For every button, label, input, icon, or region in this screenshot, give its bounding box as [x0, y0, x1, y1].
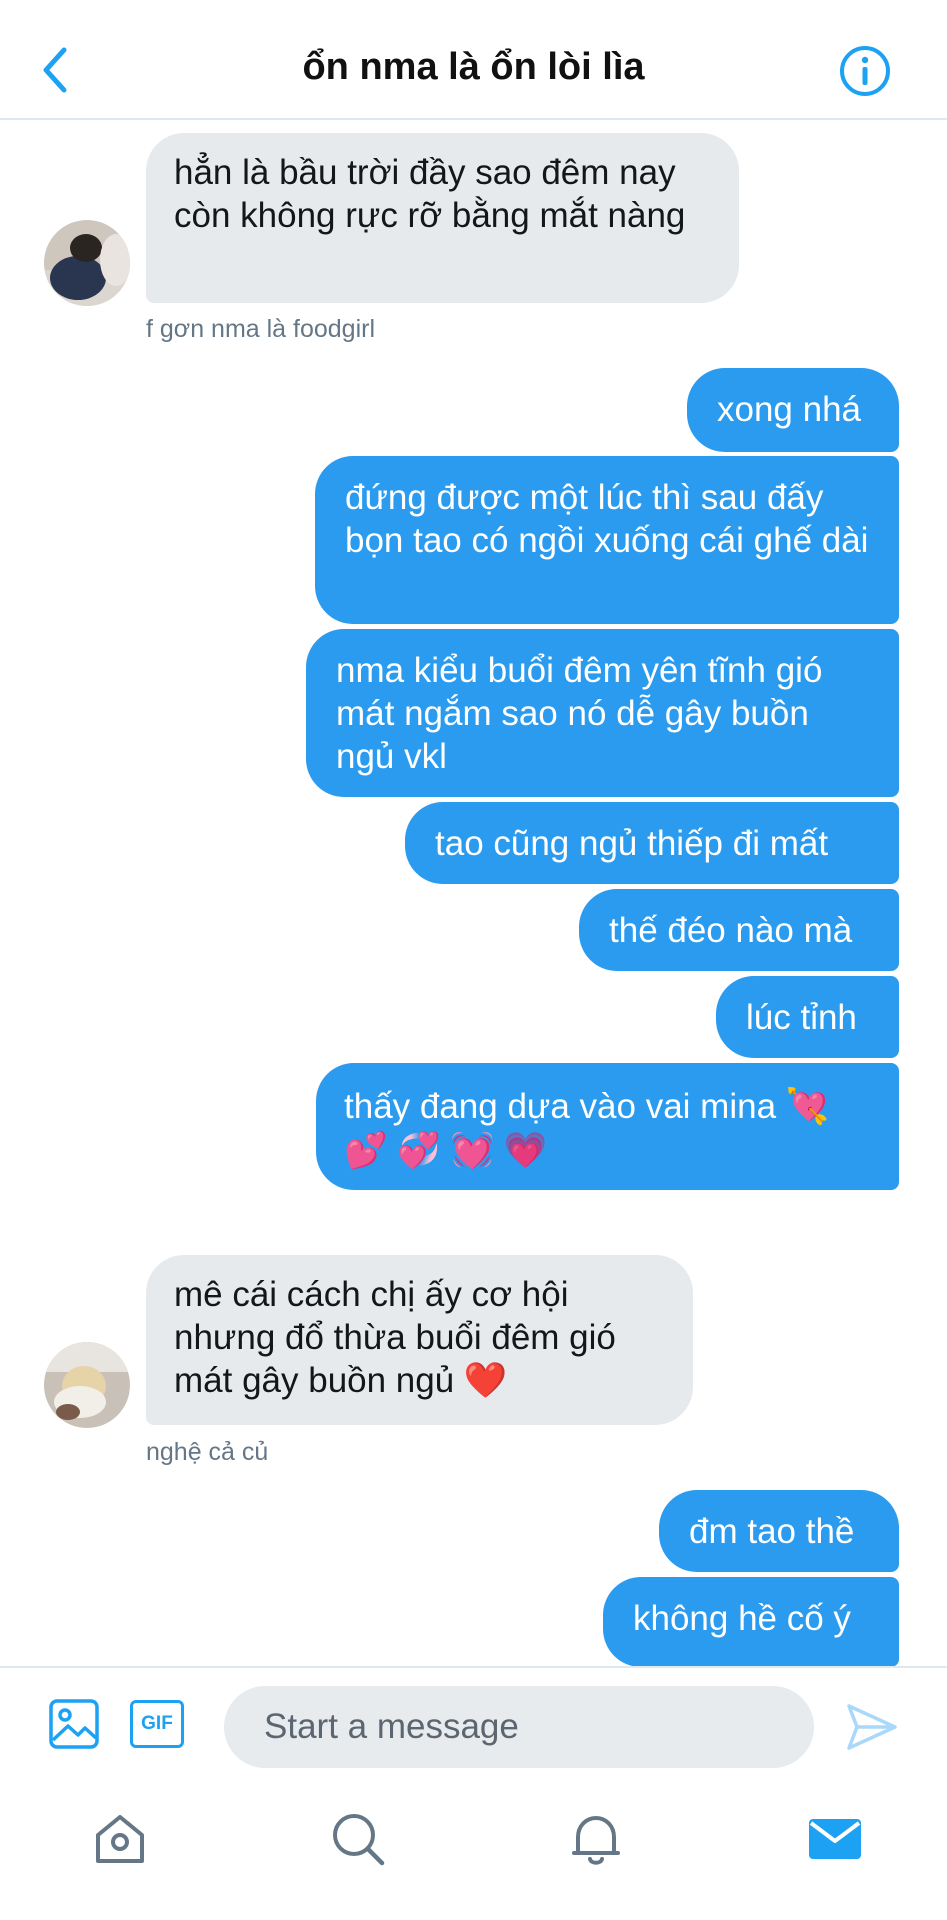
outgoing-message[interactable]: đm tao thề: [659, 1490, 899, 1572]
send-icon: [847, 1704, 897, 1750]
add-gif-button[interactable]: GIF: [130, 1700, 184, 1748]
messages-icon: [809, 1819, 861, 1859]
bottom-tab-bar: [0, 1781, 947, 1920]
conversation-title: ổn nma là ổn lòi lìa: [302, 46, 645, 88]
back-button[interactable]: [34, 44, 78, 96]
tab-notifications[interactable]: [566, 1809, 626, 1869]
outgoing-message[interactable]: lúc tỉnh: [716, 976, 899, 1058]
sender-name: nghệ cả củ: [146, 1438, 269, 1466]
info-icon: [840, 46, 890, 96]
tab-messages[interactable]: [805, 1809, 865, 1869]
conversation-header: ổn nma là ổn lòi lìa: [0, 0, 947, 120]
add-photo-button[interactable]: [48, 1698, 100, 1755]
sender-name: f gơn nma là foodgirl: [146, 315, 376, 343]
chevron-left-icon: [43, 47, 67, 93]
image-icon: [49, 1699, 99, 1749]
outgoing-message[interactable]: đứng được một lúc thì sau đấy bọn tao có…: [315, 456, 899, 624]
gif-label: GIF: [141, 1713, 173, 1734]
message-input[interactable]: Start a message: [224, 1686, 814, 1768]
outgoing-message[interactable]: không hề cố ý: [603, 1577, 899, 1667]
outgoing-message[interactable]: tao cũng ngủ thiếp đi mất: [405, 802, 899, 884]
info-button[interactable]: [838, 44, 892, 98]
incoming-message[interactable]: mê cái cách chị ấy cơ hội nhưng đổ thừa …: [146, 1255, 693, 1425]
tab-home[interactable]: [90, 1809, 150, 1869]
outgoing-message[interactable]: thế đéo nào mà: [579, 889, 899, 971]
outgoing-message[interactable]: nma kiểu buổi đêm yên tĩnh gió mát ngắm …: [306, 629, 899, 797]
avatar[interactable]: [44, 220, 130, 306]
home-icon: [96, 1815, 144, 1863]
incoming-message[interactable]: hẳn là bầu trời đầy sao đêm nay còn khôn…: [146, 133, 739, 303]
outgoing-message[interactable]: xong nhá: [687, 368, 899, 452]
send-button[interactable]: [845, 1702, 899, 1757]
outgoing-message[interactable]: thấy đang dựa vào vai mina 💘 💕 💞 💓 💗: [316, 1063, 899, 1190]
avatar[interactable]: [44, 1342, 130, 1428]
message-composer: GIF Start a message: [0, 1666, 947, 1781]
tab-search[interactable]: [328, 1809, 388, 1869]
search-icon: [333, 1814, 385, 1866]
message-input-placeholder: Start a message: [264, 1707, 519, 1746]
notifications-icon: [572, 1816, 620, 1865]
